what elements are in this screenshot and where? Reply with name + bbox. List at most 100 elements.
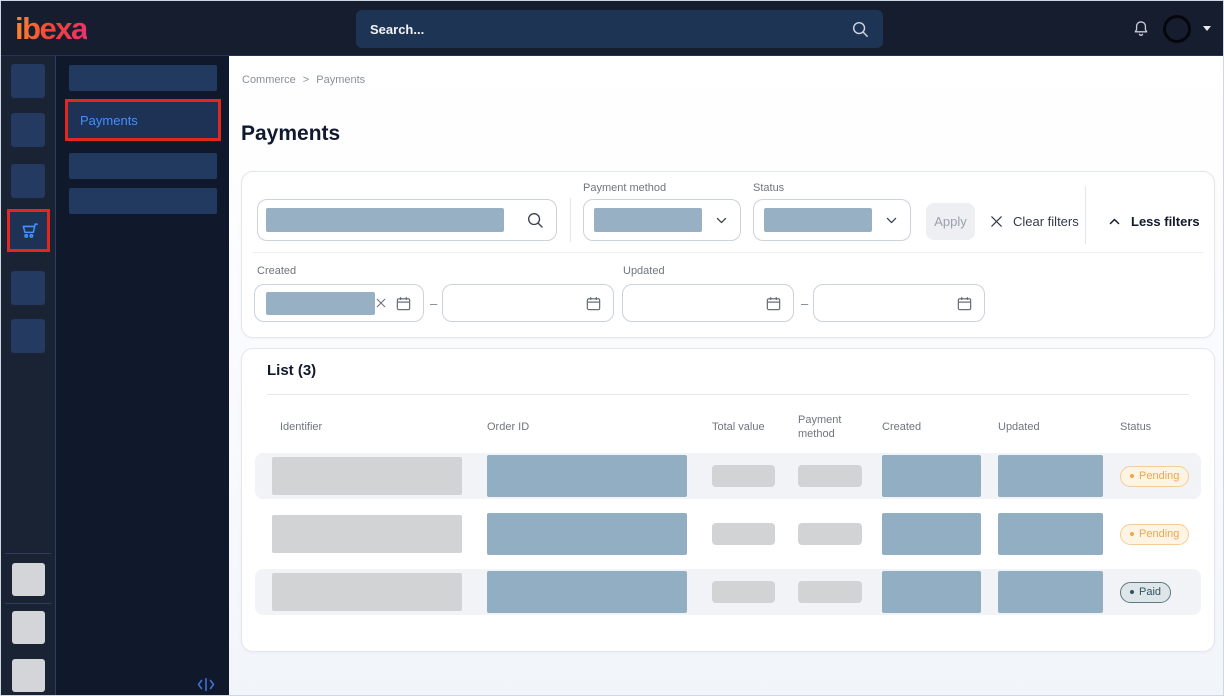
col-payment-method: Payment method xyxy=(781,413,865,442)
topbar-right xyxy=(1131,1,1211,56)
shopping-cart-icon xyxy=(12,214,45,247)
rail-bottom-tab-redacted-1[interactable] xyxy=(12,563,45,596)
rail-tab-redacted-3[interactable] xyxy=(11,164,45,198)
close-icon[interactable] xyxy=(375,297,387,309)
updated-from-date-input[interactable] xyxy=(622,284,794,322)
breadcrumb: Commerce > Payments xyxy=(242,74,365,86)
status-badge: Pending xyxy=(1120,524,1189,545)
menu-item-redacted-1[interactable] xyxy=(69,65,217,91)
collapse-panel-icon[interactable] xyxy=(197,677,215,692)
table-row: Pending xyxy=(255,511,1201,557)
rail-bottom-tab-redacted-2[interactable] xyxy=(12,611,45,644)
filter-search-input[interactable] xyxy=(257,199,557,241)
rail-bottom-tab-redacted-3[interactable] xyxy=(12,659,45,692)
redacted-payment-method xyxy=(798,465,862,487)
created-to-date-input[interactable] xyxy=(442,284,614,322)
redacted-order-id-link[interactable] xyxy=(487,513,687,555)
redacted-select-value xyxy=(594,208,702,232)
col-identifier: Identifier xyxy=(255,420,470,434)
rail-tab-redacted-2[interactable] xyxy=(11,113,45,147)
chevron-down-icon xyxy=(715,214,728,227)
status-label: Status xyxy=(753,182,784,194)
status-badge: Paid xyxy=(1120,582,1171,603)
redacted-created-date xyxy=(882,455,981,497)
rail-tab-redacted-4[interactable] xyxy=(11,271,45,305)
chevron-up-icon xyxy=(1108,215,1121,228)
redacted-total-value xyxy=(712,465,775,487)
list-divider xyxy=(267,394,1189,395)
breadcrumb-item-payments: Payments xyxy=(316,74,365,86)
redacted-updated-date xyxy=(998,513,1103,555)
table-header: Identifier Order ID Total value Payment … xyxy=(255,405,1201,449)
calendar-icon[interactable] xyxy=(395,295,412,312)
less-filters-toggle[interactable]: Less filters xyxy=(1108,203,1200,240)
redacted-date-value xyxy=(266,292,375,315)
redacted-payment-method xyxy=(798,523,862,545)
rail-divider xyxy=(5,553,51,554)
sidebar-menu: Payments xyxy=(57,57,229,696)
redacted-total-value xyxy=(712,581,775,603)
rail-tab-redacted-1[interactable] xyxy=(11,64,45,98)
col-updated: Updated xyxy=(981,420,1103,434)
status-dot xyxy=(1130,474,1134,478)
clear-filters-label: Clear filters xyxy=(1013,214,1079,229)
filter-divider-vertical xyxy=(570,198,571,242)
main-content: Commerce > Payments Payments Payment met… xyxy=(229,56,1224,696)
menu-item-payments-label: Payments xyxy=(80,113,138,128)
col-created: Created xyxy=(865,420,981,434)
search-icon xyxy=(526,211,544,229)
close-icon xyxy=(989,214,1004,229)
clear-filters-button[interactable]: Clear filters xyxy=(989,203,1079,240)
rail-tab-redacted-5[interactable] xyxy=(11,319,45,353)
filter-divider-horizontal xyxy=(252,252,1204,253)
table-body: Pending Pending xyxy=(255,453,1201,627)
payment-method-select[interactable] xyxy=(583,199,741,241)
global-search-input[interactable] xyxy=(356,10,883,48)
redacted-created-date xyxy=(882,513,981,555)
menu-item-payments-highlight[interactable]: Payments xyxy=(65,99,221,141)
apply-button[interactable]: Apply xyxy=(926,203,975,240)
table-row: Pending xyxy=(255,453,1201,499)
updated-label: Updated xyxy=(623,265,665,277)
status-dot xyxy=(1130,590,1134,594)
bell-icon[interactable] xyxy=(1131,18,1151,40)
status-badge: Pending xyxy=(1120,466,1189,487)
search-icon xyxy=(851,20,869,38)
redacted-identifier xyxy=(272,457,462,495)
rail-tab-commerce-highlight[interactable] xyxy=(7,209,50,252)
list-title: List (3) xyxy=(267,362,316,379)
topbar: ibexa xyxy=(1,1,1223,56)
redacted-payment-method xyxy=(798,581,862,603)
calendar-icon[interactable] xyxy=(765,295,782,312)
redacted-order-id-link[interactable] xyxy=(487,571,687,613)
avatar[interactable] xyxy=(1163,15,1191,43)
calendar-icon[interactable] xyxy=(956,295,973,312)
redacted-created-date xyxy=(882,571,981,613)
filter-divider-vertical xyxy=(1085,186,1086,244)
created-from-date-input[interactable] xyxy=(254,284,424,322)
date-range-dash: – xyxy=(430,284,437,322)
updated-to-date-input[interactable] xyxy=(813,284,985,322)
menu-item-redacted-3[interactable] xyxy=(69,188,217,214)
breadcrumb-item-commerce[interactable]: Commerce xyxy=(242,74,296,86)
redacted-select-value xyxy=(764,208,872,232)
created-label: Created xyxy=(257,265,296,277)
filters-card: Payment method Status Apply Clear fil xyxy=(241,171,1215,338)
caret-down-icon[interactable] xyxy=(1203,26,1211,31)
ibexa-admin-screen: ibexa xyxy=(0,0,1224,696)
global-search-field[interactable] xyxy=(370,22,851,37)
redacted-total-value xyxy=(712,523,775,545)
col-order-id: Order ID xyxy=(470,420,695,434)
rail-divider xyxy=(5,603,51,604)
ibexa-logo[interactable]: ibexa xyxy=(15,13,87,44)
redacted-identifier xyxy=(272,573,462,611)
page-title: Payments xyxy=(241,122,340,146)
redacted-order-id-link[interactable] xyxy=(487,455,687,497)
status-select[interactable] xyxy=(753,199,911,241)
less-filters-label: Less filters xyxy=(1131,214,1200,229)
payments-list-card: List (3) Identifier Order ID Total value… xyxy=(241,348,1215,652)
menu-item-redacted-2[interactable] xyxy=(69,153,217,179)
calendar-icon[interactable] xyxy=(585,295,602,312)
redacted-search-value xyxy=(266,208,504,232)
col-status: Status xyxy=(1103,420,1201,434)
